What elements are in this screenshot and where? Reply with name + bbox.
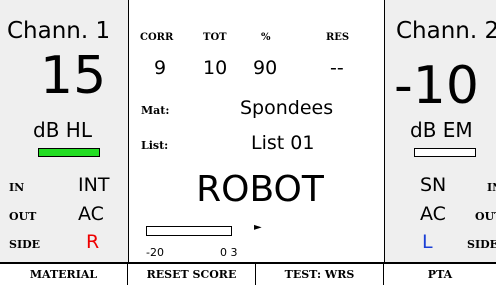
channel2-side-label: SIDE: [467, 238, 496, 251]
channel1-side-value[interactable]: R: [86, 231, 99, 253]
channel2-level[interactable]: -10: [394, 58, 479, 114]
list-value[interactable]: List 01: [251, 132, 314, 154]
test-wrs-softkey[interactable]: TEST: WRS: [256, 264, 384, 285]
channel1-in-value[interactable]: INT: [78, 174, 109, 196]
channel2-out-label: OUT: [475, 210, 496, 223]
vu-min-label: -20: [146, 246, 164, 259]
res-value: --: [330, 57, 344, 79]
channel2-side-value[interactable]: L: [422, 231, 433, 253]
channel1-out-value[interactable]: AC: [78, 203, 104, 225]
list-label: List:: [141, 139, 169, 152]
vu-max-label: 0 3: [220, 246, 238, 259]
material-label: Mat:: [141, 104, 170, 117]
channel1-level-bar: [38, 148, 100, 157]
tot-value: 10: [203, 57, 228, 79]
percent-header: %: [261, 32, 271, 43]
vu-arrow-icon: ►: [254, 222, 262, 233]
audiometer-screen: Chann. 1 15 dB HL IN INT OUT AC SIDE R C…: [0, 0, 496, 285]
corr-header: CORR: [140, 32, 174, 43]
channel2-title: Chann. 2: [396, 18, 496, 44]
percent-value: 90: [253, 57, 278, 79]
corr-value: 9: [154, 57, 167, 79]
tot-header: TOT: [203, 32, 227, 43]
channel1-level[interactable]: 15: [40, 48, 106, 104]
channel1-side-label: SIDE: [9, 238, 41, 251]
channel1-in-label: IN: [9, 181, 25, 194]
channel1-out-label: OUT: [9, 210, 37, 223]
channel1-title: Chann. 1: [7, 18, 111, 44]
channel2-out-value[interactable]: AC: [420, 203, 446, 225]
material-softkey[interactable]: MATERIAL: [0, 264, 128, 285]
res-header: RES: [326, 32, 350, 43]
presented-word: ROBOT: [196, 169, 324, 210]
softkey-bar: MATERIAL RESET SCORE TEST: WRS PTA: [0, 262, 496, 285]
vu-meter: [146, 226, 232, 236]
channel2-unit: dB EM: [410, 118, 473, 142]
channel1-divider: [128, 0, 129, 262]
channel1-unit: dB HL: [33, 118, 92, 142]
material-value[interactable]: Spondees: [240, 97, 333, 119]
channel2-level-bar: [414, 148, 476, 157]
reset-score-softkey[interactable]: RESET SCORE: [128, 264, 256, 285]
channel2-in-label: IN: [487, 181, 496, 194]
pta-softkey[interactable]: PTA: [384, 264, 496, 285]
channel2-in-value[interactable]: SN: [420, 174, 446, 196]
